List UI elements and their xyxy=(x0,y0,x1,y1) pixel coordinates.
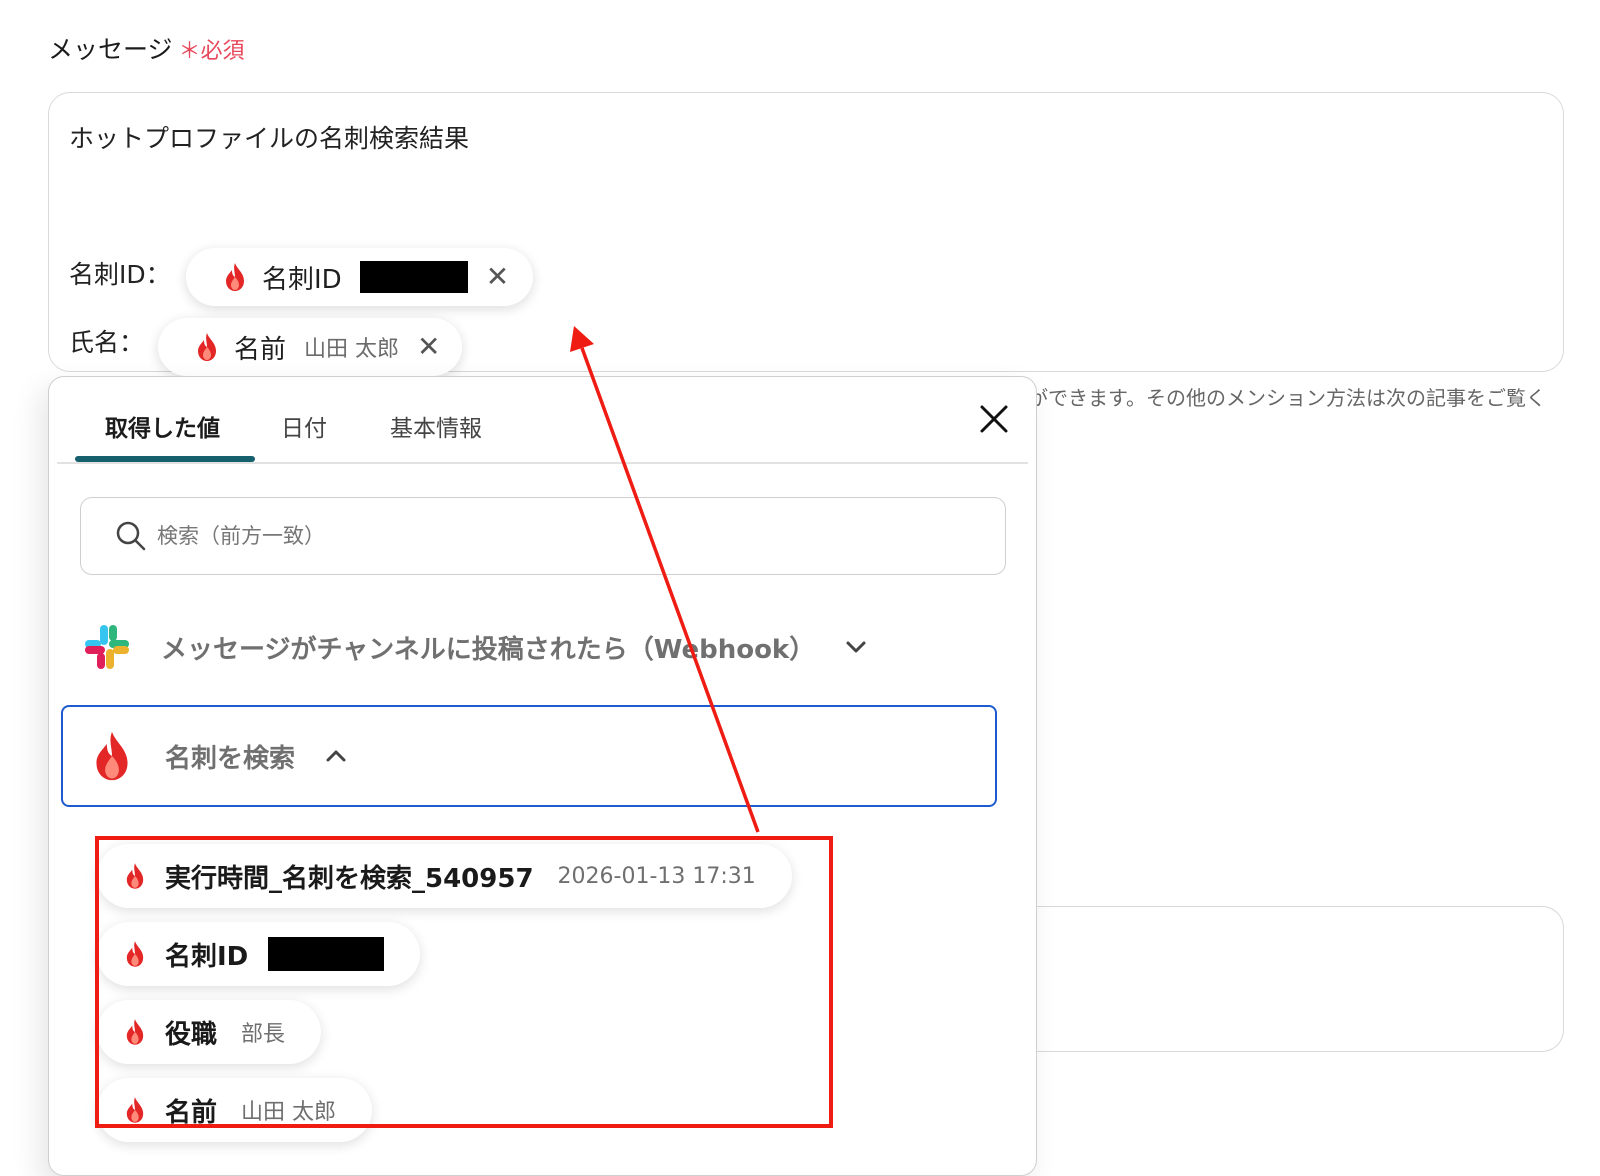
search-icon xyxy=(116,521,146,551)
redacted-value xyxy=(359,261,468,293)
required-indicator: ＊必須 xyxy=(179,39,245,64)
item-label: 名刺ID xyxy=(165,941,249,972)
tab-acquired-values[interactable]: 取得した値 xyxy=(105,409,220,443)
item-label: 実行時間_名刺を検索_540957 xyxy=(165,863,534,894)
active-tab-indicator xyxy=(75,456,255,462)
helper-text: ができます。その他のメンション方法は次の記事をご覧く xyxy=(1028,386,1546,410)
next-field-box[interactable] xyxy=(1010,906,1564,1052)
editor-row-name-label: 氏名： xyxy=(69,328,145,357)
editor-line-title: ホットプロファイルの名刺検索結果 xyxy=(69,124,470,153)
close-icon[interactable] xyxy=(974,399,1014,439)
fire-icon xyxy=(126,1019,144,1045)
fire-icon xyxy=(126,941,144,967)
remove-pill-close-icon[interactable]: ✕ xyxy=(486,263,509,291)
pill-value: 山田 太郎 xyxy=(304,337,400,362)
value-item-name[interactable]: 名前 山田 太郎 xyxy=(97,1078,373,1142)
required-text: 必須 xyxy=(200,39,245,64)
value-item-title[interactable]: 役職 部長 xyxy=(97,1000,322,1064)
editor-row-card-id-label: 名刺ID： xyxy=(69,260,171,289)
slack-icon xyxy=(85,625,129,669)
message-field-label: メッセージ ＊必須 xyxy=(48,30,245,66)
group-slack-webhook[interactable]: メッセージがチャンネルに投稿されたら（Webhook） xyxy=(61,601,997,693)
tab-date[interactable]: 日付 xyxy=(281,409,327,443)
group-title: メッセージがチャンネルに投稿されたら（Webhook） xyxy=(161,634,816,665)
remove-pill-close-icon[interactable]: ✕ xyxy=(417,333,440,361)
fire-icon xyxy=(226,263,244,291)
item-label: 役職 xyxy=(165,1019,218,1050)
item-value: 山田 太郎 xyxy=(241,1100,337,1125)
redacted-value xyxy=(268,937,385,971)
fire-icon xyxy=(126,1097,144,1123)
item-value: 部長 xyxy=(241,1022,286,1047)
inserted-pill-name[interactable]: 名前 山田 太郎 ✕ xyxy=(158,318,463,376)
fire-icon xyxy=(126,863,144,889)
value-item-execution-time[interactable]: 実行時間_名刺を検索_540957 2026-01-13 17:31 xyxy=(97,844,792,908)
item-label: 名前 xyxy=(165,1097,218,1128)
required-asterisk: ＊ xyxy=(178,39,201,64)
chevron-down-icon[interactable] xyxy=(845,640,867,654)
chevron-up-icon[interactable] xyxy=(325,749,347,763)
tab-basic-info[interactable]: 基本情報 xyxy=(390,409,482,443)
inserted-pill-card-id[interactable]: 名刺ID ✕ xyxy=(186,248,534,306)
fire-icon xyxy=(96,731,128,781)
fire-icon xyxy=(198,333,216,361)
tab-divider xyxy=(57,462,1028,464)
search-input[interactable] xyxy=(155,523,859,549)
field-label-text: メッセージ xyxy=(48,35,173,64)
pill-label: 名刺ID xyxy=(262,264,342,295)
group-title: 名刺を検索 xyxy=(165,743,296,774)
group-card-search[interactable]: 名刺を検索 xyxy=(61,705,997,807)
search-box[interactable] xyxy=(80,497,1006,575)
pill-label: 名前 xyxy=(234,334,287,365)
value-item-card-id[interactable]: 名刺ID xyxy=(97,922,421,986)
item-value: 2026-01-13 17:31 xyxy=(557,863,756,889)
